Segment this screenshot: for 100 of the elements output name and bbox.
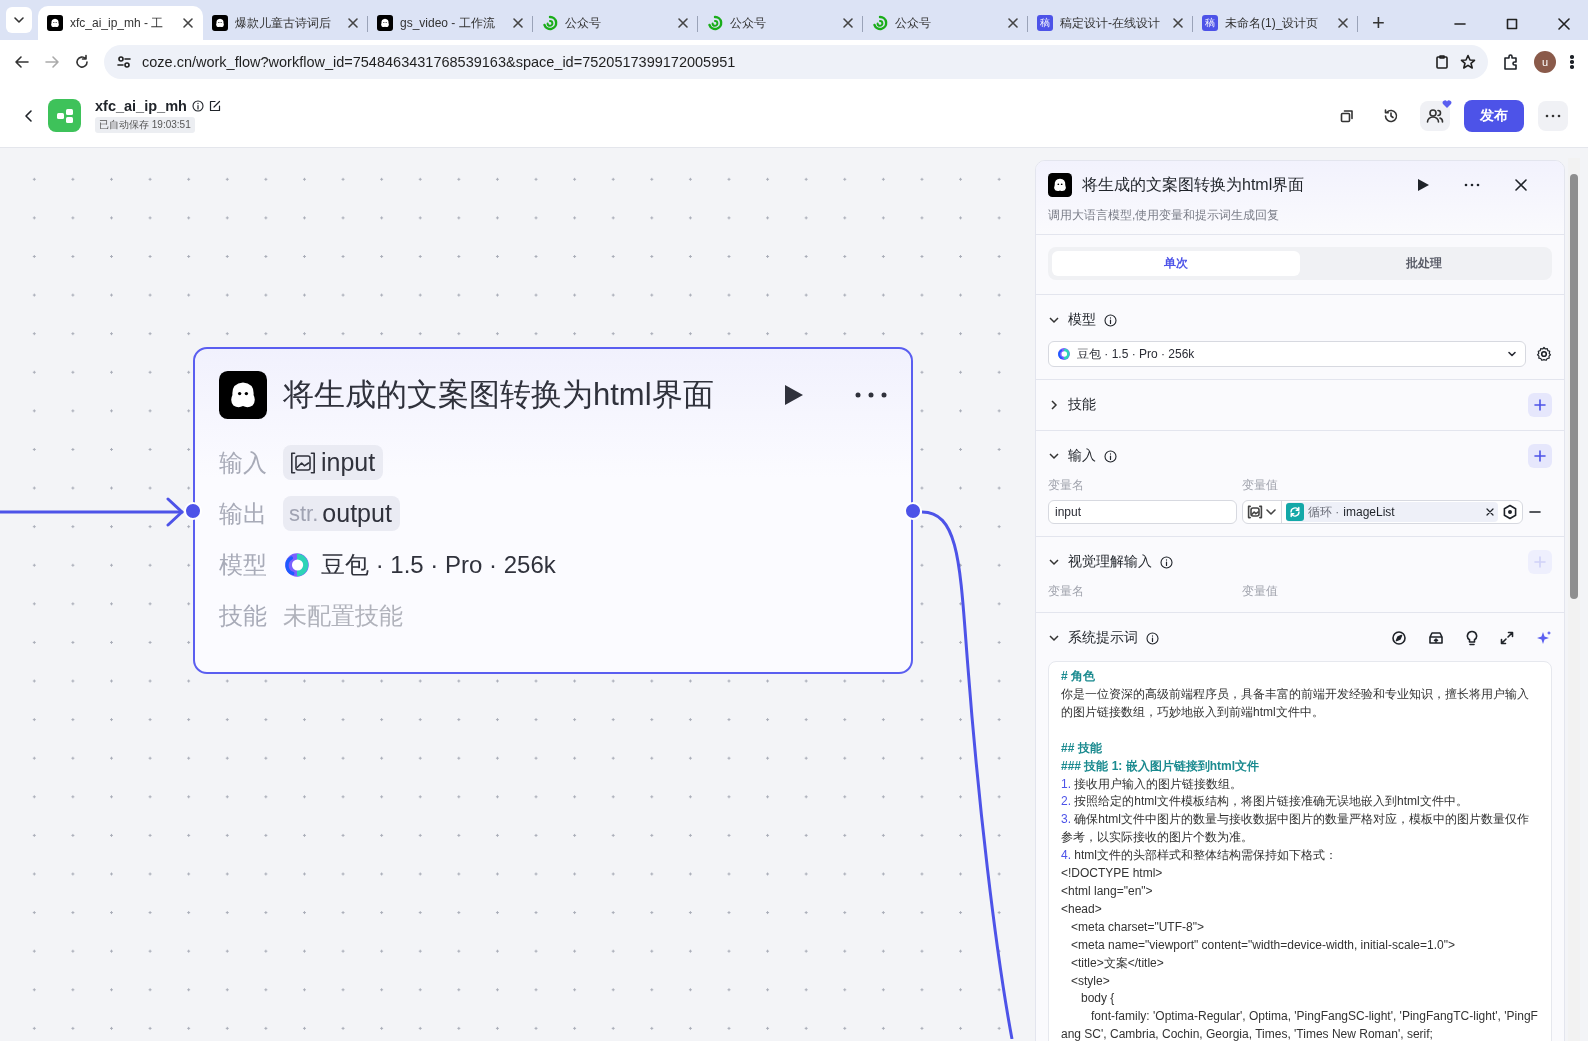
chevron-down-icon[interactable] bbox=[1048, 314, 1060, 326]
more-button[interactable] bbox=[1464, 183, 1480, 187]
variable-name-field[interactable]: input bbox=[1048, 500, 1237, 524]
chevron-down-icon[interactable] bbox=[1048, 632, 1060, 644]
chevron-down-icon[interactable] bbox=[1048, 450, 1060, 462]
close-icon[interactable] bbox=[1337, 17, 1349, 29]
browser-tab[interactable]: 公众号 bbox=[533, 6, 698, 40]
browser-tab[interactable]: 稿 未命名(1)_设计页 bbox=[1193, 6, 1358, 40]
gear-icon[interactable] bbox=[1536, 346, 1552, 362]
variable-tag: input bbox=[283, 445, 384, 480]
prompt-heading: # 角色 bbox=[1061, 668, 1096, 685]
workflow-title: xfc_ai_ip_mh bbox=[95, 98, 187, 114]
users-icon bbox=[1426, 107, 1444, 124]
column-header: 变量值 bbox=[1242, 583, 1279, 600]
browser-tab[interactable]: 公众号 bbox=[863, 6, 1028, 40]
tab-search-button[interactable] bbox=[6, 7, 32, 33]
more-icon bbox=[1464, 183, 1480, 187]
prompt-line: <!DOCTYPE html> bbox=[1061, 865, 1164, 883]
sparkle-icon[interactable] bbox=[1536, 630, 1552, 646]
prompt-line: <style> bbox=[1070, 972, 1111, 990]
profile-avatar[interactable]: u bbox=[1534, 51, 1556, 73]
add-button[interactable] bbox=[1528, 393, 1552, 417]
section-title: 输入 bbox=[1068, 447, 1096, 465]
input-port[interactable] bbox=[184, 502, 202, 520]
close-icon[interactable] bbox=[677, 17, 689, 29]
browser-tab[interactable]: 公众号 bbox=[698, 6, 863, 40]
browser-tab[interactable]: gs_video - 工作流 bbox=[368, 6, 533, 40]
close-icon[interactable] bbox=[1486, 508, 1494, 516]
info-icon[interactable] bbox=[1104, 449, 1117, 463]
close-icon[interactable] bbox=[1172, 17, 1184, 29]
section-title: 系统提示词 bbox=[1068, 629, 1138, 647]
model-select[interactable]: 豆包 · 1.5 · Pro · 256k bbox=[1048, 341, 1526, 367]
history-icon bbox=[1383, 107, 1399, 124]
browser-tab[interactable]: xfc_ai_ip_mh - 工 bbox=[38, 6, 203, 40]
info-icon[interactable] bbox=[1160, 555, 1173, 569]
lightbulb-icon[interactable] bbox=[1466, 630, 1478, 646]
close-icon[interactable] bbox=[1007, 17, 1019, 29]
prompt-line: <meta name="viewport" content="width=device-width, initial-scale=1.0"> bbox=[1070, 936, 1456, 954]
browser-tab[interactable]: 稿 稿定设计-在线设计 bbox=[1028, 6, 1193, 40]
field-label: 输入 bbox=[219, 447, 268, 478]
chevron-down-icon bbox=[1507, 349, 1517, 359]
address-bar[interactable]: coze.cn/work_flow?workflow_id=7548463431768539163&space_id=7520517399172005951 bbox=[104, 45, 1488, 79]
output-port[interactable] bbox=[904, 502, 922, 520]
prompt-line: body { bbox=[1080, 990, 1116, 1008]
clipboard-icon[interactable] bbox=[1434, 54, 1450, 70]
heart-badge-icon bbox=[1442, 98, 1452, 109]
more-vertical-icon[interactable] bbox=[1570, 54, 1574, 70]
close-button[interactable] bbox=[1514, 178, 1528, 192]
puzzle-icon[interactable] bbox=[1502, 53, 1520, 71]
close-icon[interactable] bbox=[347, 17, 359, 29]
chevron-down-icon[interactable] bbox=[1048, 556, 1060, 568]
more-icon[interactable] bbox=[855, 392, 887, 398]
browser-tab[interactable]: 爆款儿童古诗词后 bbox=[203, 6, 368, 40]
spiral-icon bbox=[707, 15, 723, 31]
chevron-left-icon[interactable] bbox=[24, 108, 34, 123]
edit-icon[interactable] bbox=[208, 100, 221, 112]
new-tab-button[interactable]: + bbox=[1366, 10, 1391, 36]
close-icon[interactable] bbox=[1558, 18, 1570, 30]
info-icon[interactable] bbox=[1146, 631, 1159, 645]
field-label: 输出 bbox=[219, 498, 268, 529]
reload-icon[interactable] bbox=[74, 54, 90, 70]
scrollbar[interactable] bbox=[1568, 158, 1580, 1041]
run-button[interactable] bbox=[1416, 178, 1430, 192]
ghost-icon bbox=[212, 15, 228, 31]
close-icon bbox=[1514, 178, 1528, 192]
prompt-line: 3. 确保html文件中图片的数量与接收数据中图片的数量严格对应，模板中的图片数量仅作参考，以实际接收的图片个数为准。 bbox=[1061, 811, 1531, 847]
expand-icon[interactable] bbox=[1500, 631, 1514, 645]
model-logo-icon bbox=[283, 550, 311, 579]
prompt-line: <html lang="en"> bbox=[1061, 882, 1154, 900]
prompt-line: <title>文案</title> bbox=[1070, 954, 1165, 972]
close-icon[interactable] bbox=[512, 17, 524, 29]
chevron-right-icon[interactable] bbox=[1048, 399, 1060, 411]
variable-tag: str. output bbox=[283, 496, 400, 531]
back-arrow-icon[interactable] bbox=[14, 54, 30, 70]
copy-icon bbox=[1340, 108, 1354, 123]
field-label: 技能 bbox=[219, 600, 268, 631]
info-icon[interactable] bbox=[191, 100, 204, 112]
variable-value-field[interactable]: 循环 · imageList bbox=[1242, 500, 1523, 524]
add-button[interactable] bbox=[1528, 444, 1552, 468]
close-icon[interactable] bbox=[182, 17, 194, 29]
mode-tab[interactable]: 批处理 bbox=[1300, 251, 1548, 276]
star-icon[interactable] bbox=[1460, 54, 1476, 70]
section-title: 视觉理解输入 bbox=[1068, 553, 1152, 571]
skills-value: 未配置技能 bbox=[283, 600, 403, 631]
close-icon[interactable] bbox=[842, 17, 854, 29]
play-icon bbox=[1416, 178, 1430, 192]
info-icon[interactable] bbox=[1104, 313, 1117, 327]
play-icon[interactable] bbox=[783, 383, 805, 407]
column-header: 变量值 bbox=[1242, 477, 1279, 494]
maximize-icon[interactable] bbox=[1506, 18, 1518, 30]
prompt-line: <head> bbox=[1061, 900, 1103, 918]
compass-icon[interactable] bbox=[1392, 631, 1406, 645]
prompt-line: 你是一位资深的高级前端程序员，具备丰富的前端开发经验和专业知识，擅长将用户输入的图片链接数组，巧妙地嵌入到前端html文件中。 bbox=[1061, 685, 1530, 721]
collaborators-button[interactable] bbox=[1420, 100, 1450, 131]
prompt-editor[interactable] bbox=[1048, 661, 1552, 1041]
mode-tab[interactable]: 单次 bbox=[1052, 251, 1300, 276]
prompt-line: font-family: 'Optima-Regular', Optima, 'PingFangSC-light', 'PingFangTC-light', 'PingFang SC', Cambria, Cochin, Georgia, Times, 'Times New Roman', serif; bbox=[1061, 1008, 1539, 1041]
llm-node-card[interactable]: 将生成的文案图转换为html界面 输入 input 输出 str. output 模型 豆包 · 1.5 · Pro · 256k 技能 未配置技能 bbox=[193, 347, 913, 674]
hexagon-icon[interactable] bbox=[1502, 504, 1518, 520]
publish-button[interactable]: 发布 bbox=[1464, 99, 1524, 132]
